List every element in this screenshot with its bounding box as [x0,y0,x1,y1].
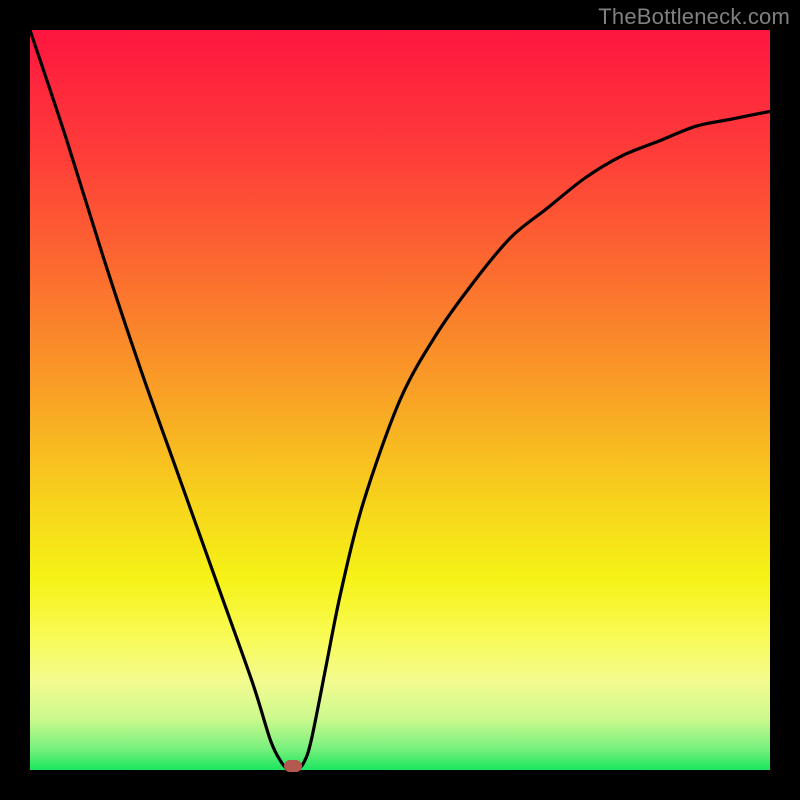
optimum-marker [284,760,302,772]
watermark-text: TheBottleneck.com [598,4,790,30]
bottleneck-curve [30,30,770,770]
curve-path [30,30,770,771]
plot-area [30,30,770,770]
chart-frame: TheBottleneck.com [0,0,800,800]
